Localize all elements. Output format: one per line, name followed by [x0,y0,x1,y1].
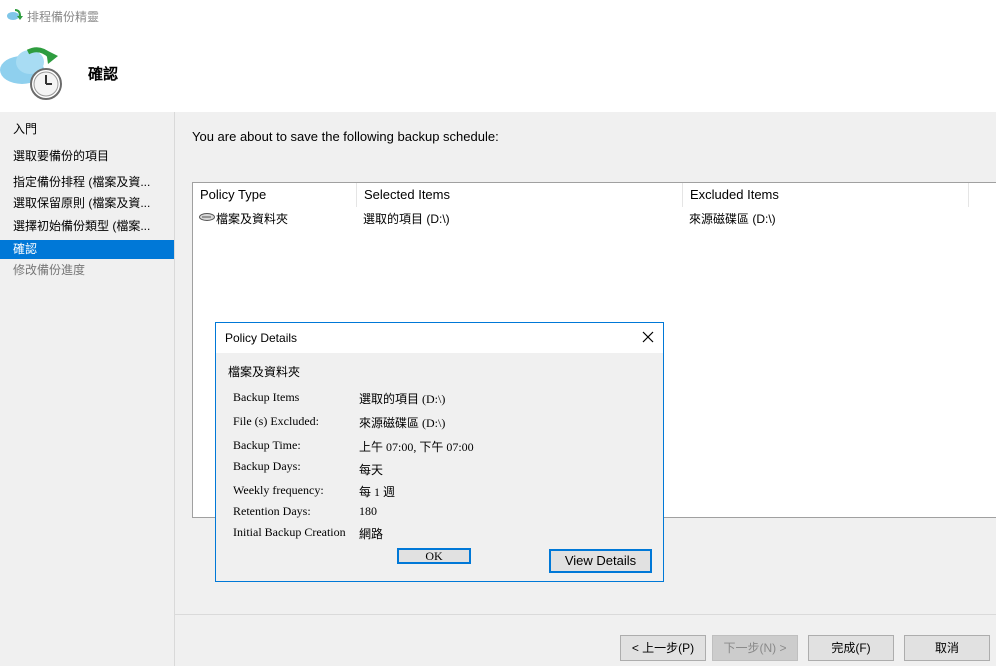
cloud-clock-icon [0,47,62,100]
detail-label-backup-time: Backup Time: [233,438,301,452]
backup-wizard-icon [7,9,23,20]
cell-selected-items[interactable]: 選取的項目 (D:\) [363,210,450,226]
wizard-footer: < 上一步(P) 下一步(N) > 完成(F) 取消 [174,614,996,666]
next-button: 下一步(N) > [712,635,798,661]
nav-step-intro[interactable]: 入門 [0,120,174,139]
detail-label-weekly-frequency: Weekly frequency: [233,483,324,497]
drive-icon [199,213,215,221]
nav-step-retention[interactable]: 選取保留原則 (檔案及資... [0,194,174,213]
detail-value-weekly-frequency: 每 1 週 [359,485,396,499]
title-bar: 排程備份精靈 [0,0,996,30]
nav-step-modify-progress: 修改備份進度 [13,263,86,277]
detail-value-backup-items: 選取的項目 (D:\) [359,392,446,406]
column-header-excluded-items[interactable]: Excluded Items [683,183,969,207]
detail-value-initial-backup-creation: 網路 [359,527,384,541]
detail-value-retention-days: 180 [359,504,377,518]
window-title: 排程備份精靈 [27,10,100,24]
intro-text: You are about to save the following back… [192,129,499,144]
dialog-heading: 檔案及資料夾 [228,365,301,379]
backup-schedule-table[interactable]: Policy Type Selected Items Excluded Item… [192,182,996,582]
dialog-title: Policy Details [225,331,298,345]
wizard-steps-nav: 入門 選取要備份的項目 指定備份排程 (檔案及資... 選取保留原則 (檔案及資… [0,112,174,666]
back-button[interactable]: < 上一步(P) [620,635,706,661]
view-details-button[interactable]: View Details [549,549,652,573]
main-panel: You are about to save the following back… [174,112,996,614]
wizard-header: 確認 [0,30,996,112]
detail-value-backup-time: 上午 07:00, 下午 07:00 [359,440,474,454]
column-header-selected-items[interactable]: Selected Items [357,183,683,207]
nav-step-initial-backup-type[interactable]: 選擇初始備份類型 (檔案... [0,217,174,236]
detail-label-backup-items: Backup Items [233,390,300,404]
cell-policy-type[interactable]: 檔案及資料夾 [216,210,288,226]
detail-label-retention-days: Retention Days: [233,504,311,518]
cell-excluded-items[interactable]: 來源磁碟區 (D:\) [689,210,776,226]
policy-details-dialog: Policy Details 檔案及資料夾 Backup Items 選取的項目… [215,322,664,582]
detail-label-backup-days: Backup Days: [233,459,301,473]
close-icon[interactable] [633,323,663,353]
page-title: 確認 [88,66,119,83]
nav-step-schedule[interactable]: 指定備份排程 (檔案及資... [0,173,174,192]
nav-step-confirm[interactable]: 確認 [0,240,174,259]
column-header-policy-type[interactable]: Policy Type [193,183,357,207]
detail-value-files-excluded: 來源磁碟區 (D:\) [359,416,446,430]
cancel-button[interactable]: 取消 [904,635,990,661]
finish-button[interactable]: 完成(F) [808,635,894,661]
detail-value-backup-days: 每天 [359,463,384,477]
detail-label-files-excluded: File (s) Excluded: [233,414,319,428]
nav-step-select-items[interactable]: 選取要備份的項目 [0,147,174,166]
detail-label-initial-backup-creation: Initial Backup Creation [233,525,346,539]
ok-button[interactable]: OK [397,548,471,564]
dialog-title-bar: Policy Details [216,323,663,353]
